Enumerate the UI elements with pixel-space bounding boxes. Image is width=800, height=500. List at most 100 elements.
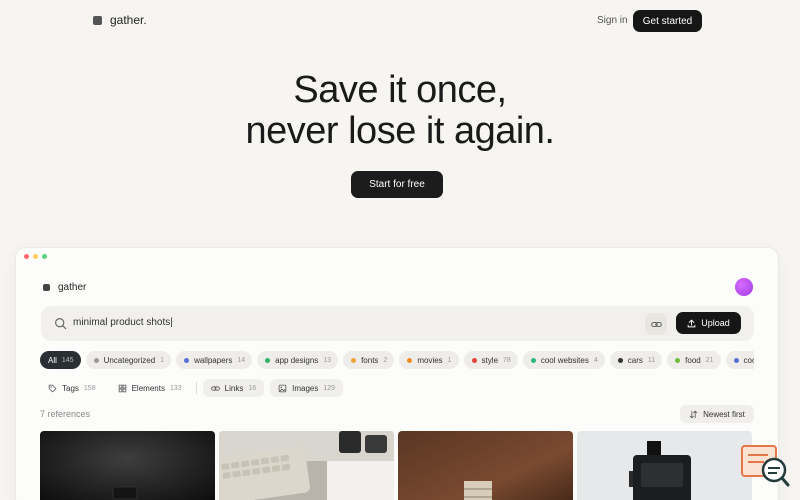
search-input[interactable]: minimal product shots| bbox=[73, 317, 173, 328]
category-chip-label: Uncategorized bbox=[103, 355, 156, 365]
keyboard-desk-image bbox=[219, 431, 394, 500]
sort-dropdown[interactable]: Newest first bbox=[680, 405, 754, 423]
search-icon bbox=[55, 318, 67, 330]
app-preview-window: gather minimal product shots| Upload All… bbox=[16, 248, 778, 500]
category-chip-count: 13 bbox=[323, 356, 332, 364]
category-color-dot-icon bbox=[407, 357, 413, 363]
hero-line-2: never lose it again. bbox=[245, 110, 555, 152]
app-brand-name: gather bbox=[58, 282, 87, 293]
category-chip[interactable]: app designs 13 bbox=[257, 351, 339, 369]
category-chip-count: 78 bbox=[503, 356, 511, 364]
filter-count: 158 bbox=[83, 384, 96, 392]
grid-icon bbox=[118, 384, 126, 392]
category-chip-count: 1 bbox=[160, 356, 165, 364]
category-chip[interactable]: All 145 bbox=[40, 351, 81, 369]
handheld-device-image bbox=[577, 431, 752, 500]
category-chip[interactable]: Uncategorized 1 bbox=[85, 351, 172, 369]
hero-heading: Save it once, never lose it again. bbox=[0, 70, 800, 152]
category-chip-count: 4 bbox=[593, 356, 598, 364]
filter-count: 16 bbox=[248, 384, 257, 392]
logo-mark-icon bbox=[93, 15, 102, 25]
category-color-dot-icon bbox=[471, 357, 477, 363]
category-chip-count: 145 bbox=[61, 356, 74, 364]
sign-in-link[interactable]: Sign in bbox=[597, 15, 628, 26]
category-chip-label: All bbox=[48, 355, 57, 365]
window-controls bbox=[24, 254, 47, 259]
category-color-dot-icon bbox=[675, 357, 681, 363]
category-color-dot-icon bbox=[617, 357, 623, 363]
category-chip[interactable]: wallpapers 14 bbox=[176, 351, 253, 369]
avatar[interactable] bbox=[735, 278, 753, 296]
get-started-button[interactable]: Get started bbox=[633, 10, 702, 32]
reference-card-device[interactable] bbox=[577, 431, 752, 500]
category-color-dot-icon bbox=[530, 357, 536, 363]
brand-logo[interactable]: gather. bbox=[93, 13, 147, 27]
category-chip-count: 11 bbox=[647, 356, 656, 364]
category-chip-label: fonts bbox=[361, 355, 379, 365]
category-color-dot-icon bbox=[265, 357, 271, 363]
filter-elements[interactable]: Elements 133 bbox=[110, 379, 190, 397]
reference-card-keyboard[interactable] bbox=[219, 431, 394, 500]
category-chip-label: coo bbox=[743, 355, 754, 365]
dark-product-image bbox=[40, 431, 215, 500]
filter-label: Elements bbox=[131, 383, 165, 393]
filter-images[interactable]: Images 129 bbox=[270, 379, 344, 397]
sort-label: Newest first bbox=[703, 409, 745, 419]
filter-label: Links bbox=[224, 383, 244, 393]
category-chip-label: cars bbox=[627, 355, 643, 365]
brand-name: gather. bbox=[110, 13, 147, 27]
category-color-dot-icon bbox=[93, 357, 99, 363]
app-logo-mark-icon bbox=[43, 284, 50, 291]
image-icon bbox=[278, 384, 287, 392]
category-chip[interactable]: movies 1 bbox=[399, 351, 459, 369]
category-chip[interactable]: coo bbox=[725, 351, 754, 369]
filter-label: Images bbox=[292, 383, 319, 393]
filter-tags[interactable]: Tags 158 bbox=[40, 379, 104, 397]
reference-card-dark-product[interactable] bbox=[40, 431, 215, 500]
filter-count: 129 bbox=[323, 384, 336, 392]
category-color-dot-icon bbox=[351, 357, 357, 363]
filter-links[interactable]: Links 16 bbox=[202, 379, 265, 397]
category-chip-count: 14 bbox=[237, 356, 246, 364]
maximize-dot-icon bbox=[42, 254, 47, 259]
category-chip-label: wallpapers bbox=[194, 355, 233, 365]
category-chip-count: 1 bbox=[447, 356, 452, 364]
add-link-button[interactable] bbox=[645, 313, 667, 335]
hero-line-1: Save it once, bbox=[293, 69, 507, 111]
search-bar[interactable]: minimal product shots| Upload bbox=[41, 306, 754, 341]
watch-on-wrist-image bbox=[398, 431, 573, 500]
filter-label: Tags bbox=[62, 383, 79, 393]
upload-icon bbox=[687, 319, 696, 327]
app-brand[interactable]: gather bbox=[43, 282, 86, 293]
minimize-dot-icon bbox=[33, 254, 38, 259]
upload-button[interactable]: Upload bbox=[676, 312, 741, 334]
chat-widget-icon[interactable] bbox=[740, 444, 792, 488]
category-chip-label: cool websites bbox=[540, 355, 589, 365]
category-color-dot-icon bbox=[733, 357, 739, 363]
type-filters: Tags 158 Elements 133 Links 16 Images 129 bbox=[40, 379, 349, 397]
category-chip[interactable]: style 78 bbox=[463, 351, 518, 369]
category-chip-label: food bbox=[685, 355, 701, 365]
category-chip-count: 2 bbox=[383, 356, 388, 364]
start-for-free-button[interactable]: Start for free bbox=[351, 171, 443, 198]
category-chip-label: style bbox=[481, 355, 499, 365]
category-chip[interactable]: fonts 2 bbox=[343, 351, 395, 369]
link-icon bbox=[650, 321, 662, 327]
link-icon bbox=[210, 385, 220, 391]
category-chips: All 145 Uncategorized 1 wallpapers 14 app desi… bbox=[40, 351, 754, 369]
category-chip-count: 21 bbox=[705, 356, 714, 364]
top-nav: gather. Sign in Get started bbox=[0, 0, 800, 42]
category-chip-label: app designs bbox=[275, 355, 319, 365]
reference-card-watch[interactable] bbox=[398, 431, 573, 500]
filter-divider bbox=[195, 382, 197, 394]
filter-count: 133 bbox=[169, 384, 182, 392]
category-color-dot-icon bbox=[184, 357, 190, 363]
sort-icon bbox=[689, 410, 698, 418]
category-chip[interactable]: food 21 bbox=[667, 351, 721, 369]
tag-icon bbox=[48, 384, 57, 392]
reference-count: 7 references bbox=[40, 409, 91, 419]
category-chip[interactable]: cool websites 4 bbox=[522, 351, 605, 369]
category-chip[interactable]: cars 11 bbox=[609, 351, 663, 369]
category-chip-label: movies bbox=[417, 355, 443, 365]
upload-label: Upload bbox=[701, 318, 730, 328]
